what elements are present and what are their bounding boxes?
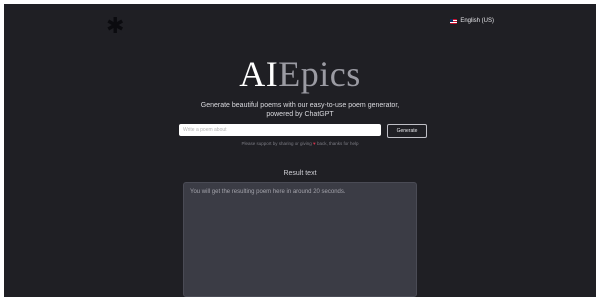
title-ai: AI	[239, 54, 279, 94]
support-note: Please support by sharing or giving ♥ ba…	[4, 141, 596, 146]
title-epics: Epics	[278, 54, 361, 94]
generate-button[interactable]: Generate	[387, 124, 427, 138]
support-text-before: Please support by sharing or giving	[241, 141, 312, 146]
prompt-form: Generate	[179, 124, 427, 138]
result-label: Result text	[283, 170, 317, 177]
result-textarea[interactable]	[183, 182, 417, 297]
app-frame: ✱ English (US) AIEpics Generate beautifu…	[4, 4, 596, 297]
page-title: AIEpics	[4, 56, 596, 92]
page-subtitle: Generate beautiful poems with our easy-t…	[200, 102, 400, 119]
poem-topic-input[interactable]	[179, 124, 381, 136]
heart-icon: ♥	[313, 141, 316, 146]
asterisk-logo-icon[interactable]: ✱	[106, 16, 124, 38]
language-selector[interactable]: English (US)	[450, 18, 494, 24]
us-flag-icon	[450, 18, 458, 24]
support-text-after: back, thanks for help	[316, 141, 359, 146]
language-label: English (US)	[460, 18, 494, 24]
